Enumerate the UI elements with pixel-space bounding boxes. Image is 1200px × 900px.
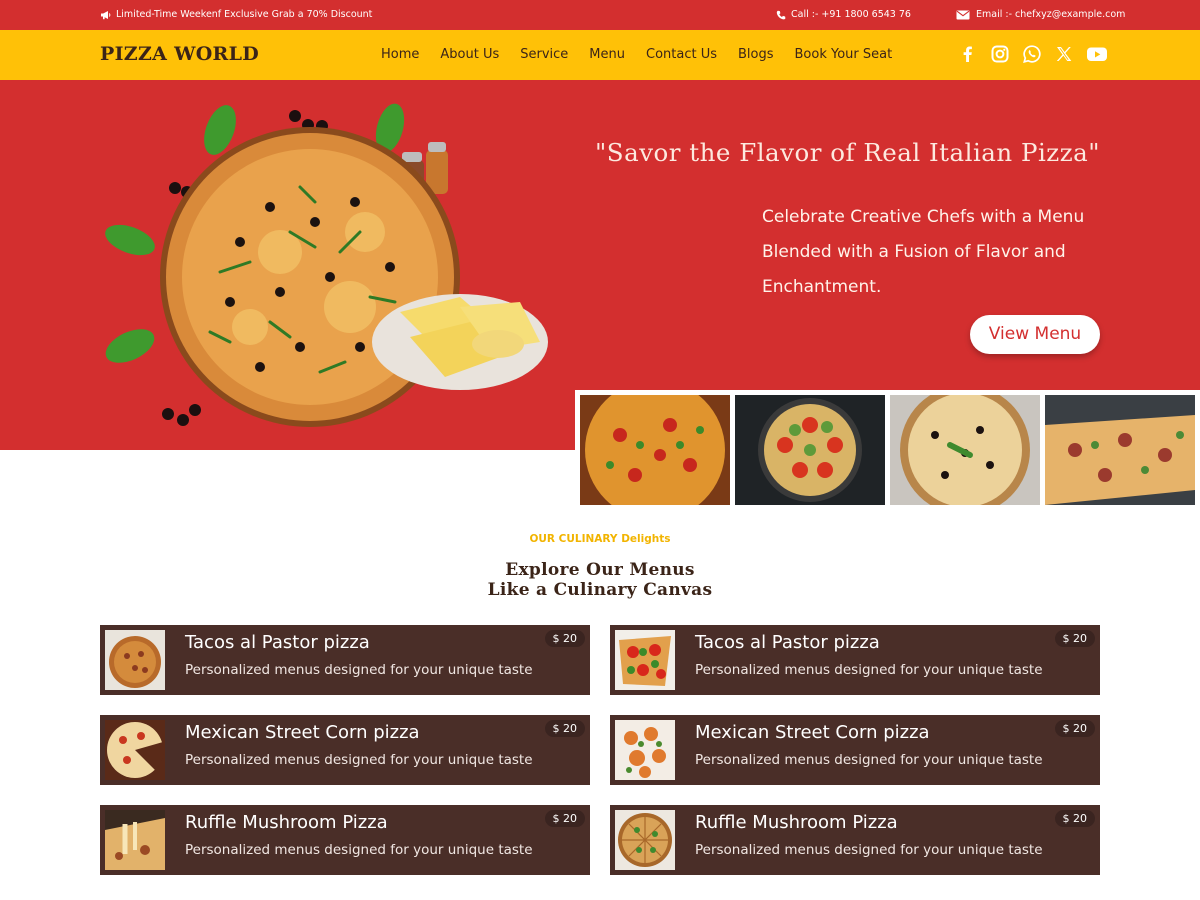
promo-banner: Limited-Time Weekenf Exclusive Grab a 70… bbox=[100, 9, 372, 20]
menu-item-price: $ 20 bbox=[544, 720, 585, 737]
menu-item-image bbox=[615, 720, 675, 780]
menu-item-name: Mexican Street Corn pizza bbox=[185, 722, 420, 743]
menu-item-image bbox=[105, 630, 165, 690]
call-info[interactable]: Call :- +91 1800 6543 76 bbox=[776, 9, 911, 20]
menu-item-name: Tacos al Pastor pizza bbox=[185, 632, 370, 653]
menu-item-description: Personalized menus designed for your uni… bbox=[695, 842, 1043, 858]
section-title-line: Explore Our Menus bbox=[505, 560, 695, 580]
menu-item-card[interactable]: Ruffle Mushroom Pizza Personalized menus… bbox=[610, 805, 1100, 875]
email-info[interactable]: Email :- chefxyz@example.com bbox=[956, 9, 1125, 20]
menu-item-card[interactable]: Tacos al Pastor pizza Personalized menus… bbox=[610, 625, 1100, 695]
menu-item-card[interactable]: Tacos al Pastor pizza Personalized menus… bbox=[100, 625, 590, 695]
hero-subtitle-line: Blended with a Fusion of Flavor and bbox=[762, 242, 1066, 262]
nav-item-blogs[interactable]: Blogs bbox=[738, 47, 774, 62]
whatsapp-icon[interactable] bbox=[1022, 44, 1042, 64]
facebook-icon[interactable] bbox=[958, 44, 978, 64]
menu-item-image bbox=[615, 630, 675, 690]
gallery-image[interactable] bbox=[890, 395, 1040, 505]
hero-title: "Savor the Flavor of Real Italian Pizza" bbox=[595, 138, 1100, 167]
youtube-icon[interactable] bbox=[1086, 44, 1107, 64]
section-title: Explore Our Menus Like a Culinary Canvas bbox=[0, 560, 1200, 600]
menu-item-image bbox=[105, 720, 165, 780]
menu-item-description: Personalized menus designed for your uni… bbox=[695, 662, 1043, 678]
nav-menu: Home About Us Service Menu Contact Us Bl… bbox=[381, 47, 892, 62]
hero-pizza-image bbox=[100, 92, 550, 442]
call-text: Call :- +91 1800 6543 76 bbox=[791, 9, 911, 20]
menu-item-name: Tacos al Pastor pizza bbox=[695, 632, 880, 653]
menu-item-name: Ruffle Mushroom Pizza bbox=[695, 812, 898, 833]
menu-item-card[interactable]: Mexican Street Corn pizza Personalized m… bbox=[610, 715, 1100, 785]
nav-item-book-your-seat[interactable]: Book Your Seat bbox=[795, 47, 893, 62]
menu-item-image bbox=[615, 810, 675, 870]
email-text: Email :- chefxyz@example.com bbox=[976, 9, 1126, 20]
menu-item-description: Personalized menus designed for your uni… bbox=[185, 662, 533, 678]
menu-item-description: Personalized menus designed for your uni… bbox=[185, 842, 533, 858]
megaphone-icon bbox=[100, 10, 111, 20]
nav-item-about-us[interactable]: About Us bbox=[440, 47, 499, 62]
menu-item-description: Personalized menus designed for your uni… bbox=[185, 752, 533, 768]
menu-item-price: $ 20 bbox=[544, 630, 585, 647]
menu-item-card[interactable]: Ruffle Mushroom Pizza Personalized menus… bbox=[100, 805, 590, 875]
menu-item-price: $ 20 bbox=[1054, 810, 1095, 827]
gallery-image[interactable] bbox=[1045, 395, 1195, 505]
nav-item-service[interactable]: Service bbox=[520, 47, 568, 62]
instagram-icon[interactable] bbox=[990, 44, 1010, 64]
hero-subtitle: Celebrate Creative Chefs with a Menu Ble… bbox=[762, 200, 1112, 305]
section-eyebrow: OUR CULINARY Delights bbox=[529, 533, 671, 545]
main-nav: PIZZA WORLD Home About Us Service Menu C… bbox=[0, 30, 1200, 80]
view-menu-button[interactable]: View Menu bbox=[970, 315, 1100, 354]
section-title-line: Like a Culinary Canvas bbox=[487, 580, 713, 600]
hero-subtitle-line: Enchantment. bbox=[762, 277, 882, 297]
hero-subtitle-line: Celebrate Creative Chefs with a Menu bbox=[762, 207, 1085, 227]
menu-item-image bbox=[105, 810, 165, 870]
menu-item-description: Personalized menus designed for your uni… bbox=[695, 752, 1043, 768]
gallery-image[interactable] bbox=[580, 395, 730, 505]
promo-text: Limited-Time Weekenf Exclusive Grab a 70… bbox=[116, 9, 373, 20]
nav-item-contact-us[interactable]: Contact Us bbox=[646, 47, 717, 62]
brand-logo[interactable]: PIZZA WORLD bbox=[100, 43, 259, 65]
menu-item-price: $ 20 bbox=[544, 810, 585, 827]
gallery-image[interactable] bbox=[735, 395, 885, 505]
menu-item-name: Ruffle Mushroom Pizza bbox=[185, 812, 388, 833]
top-bar: Limited-Time Weekenf Exclusive Grab a 70… bbox=[0, 0, 1200, 30]
envelope-icon bbox=[956, 10, 970, 20]
nav-item-home[interactable]: Home bbox=[381, 47, 419, 62]
social-links bbox=[958, 44, 1107, 64]
x-icon[interactable] bbox=[1054, 44, 1074, 64]
menu-item-card[interactable]: Mexican Street Corn pizza Personalized m… bbox=[100, 715, 590, 785]
nav-item-menu[interactable]: Menu bbox=[589, 47, 625, 62]
menu-item-name: Mexican Street Corn pizza bbox=[695, 722, 930, 743]
menu-item-price: $ 20 bbox=[1054, 630, 1095, 647]
phone-icon bbox=[776, 10, 786, 20]
menu-item-price: $ 20 bbox=[1054, 720, 1095, 737]
